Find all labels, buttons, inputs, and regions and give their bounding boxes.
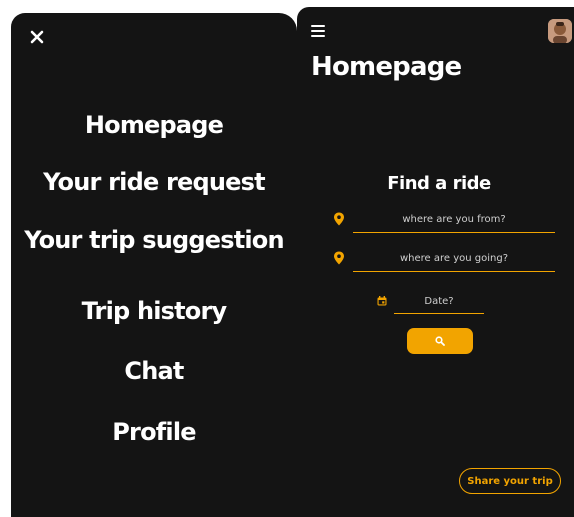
share-trip-button[interactable]: Share your trip: [459, 468, 561, 494]
menu-item-homepage[interactable]: Homepage: [11, 111, 297, 139]
date-field-row: [377, 290, 487, 318]
menu-item-chat[interactable]: Chat: [11, 357, 297, 385]
search-button[interactable]: [407, 328, 473, 354]
menu-item-ride-request[interactable]: Your ride request: [11, 168, 297, 196]
avatar[interactable]: [548, 19, 572, 43]
menu-item-trip-suggestion[interactable]: Your trip suggestion: [11, 226, 297, 254]
side-menu-panel: Homepage Your ride request Your trip sug…: [11, 13, 297, 517]
menu-item-trip-history[interactable]: Trip history: [11, 297, 297, 325]
date-input[interactable]: [394, 290, 484, 314]
homepage-screen: Homepage Find a ride where are you from?…: [297, 7, 574, 517]
find-ride-heading: Find a ride: [387, 173, 491, 194]
close-icon[interactable]: [27, 29, 47, 49]
origin-input[interactable]: [353, 206, 555, 233]
destination-field-row: [333, 245, 557, 273]
origin-field-row: [333, 206, 557, 234]
search-icon: [435, 336, 445, 346]
menu-item-profile[interactable]: Profile: [11, 418, 297, 446]
location-pin-icon: [334, 251, 344, 265]
location-pin-icon: [334, 212, 344, 226]
screenshot-stage: Homepage Your ride request Your trip sug…: [0, 0, 574, 517]
user-avatar-image: [548, 19, 572, 43]
hamburger-icon[interactable]: [311, 25, 325, 37]
calendar-icon: [377, 296, 387, 306]
page-title: Homepage: [311, 52, 462, 82]
destination-input[interactable]: [353, 245, 555, 272]
